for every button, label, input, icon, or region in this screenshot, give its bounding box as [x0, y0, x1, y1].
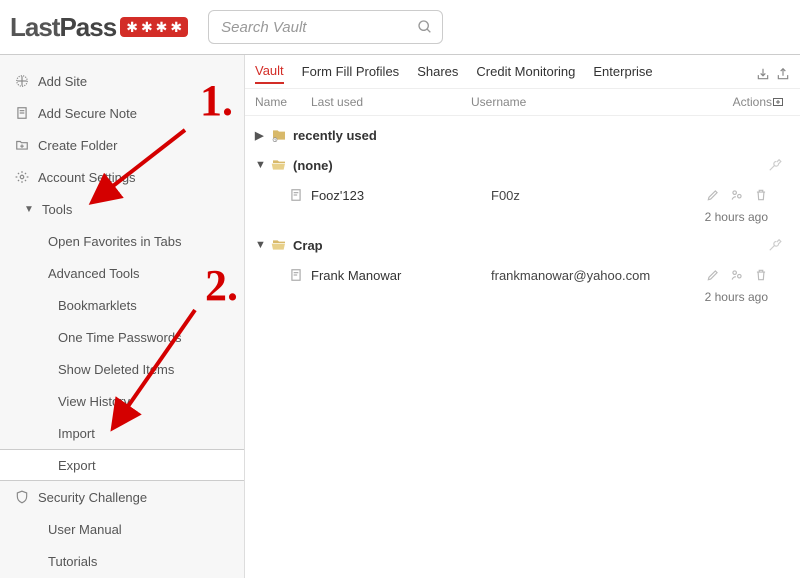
chevron-down-icon: ▼: [24, 204, 36, 215]
vault-item[interactable]: Frank Manowar frankmanowar@yahoo.com: [245, 260, 800, 290]
sidebar-item-bookmarklets[interactable]: Bookmarklets: [0, 289, 244, 321]
note-icon: [12, 106, 32, 120]
vault-item[interactable]: Fooz'123 F00z: [245, 180, 800, 210]
site-icon: [289, 268, 303, 282]
expand-columns-icon[interactable]: [772, 96, 790, 108]
tab-vault[interactable]: Vault: [255, 63, 284, 84]
sidebar: Add Site Add Secure Note Create Folder A…: [0, 55, 245, 578]
chevron-right-icon: ▶: [255, 129, 271, 142]
table-header: Name Last used Username Actions: [245, 89, 800, 116]
item-age: 2 hours ago: [245, 290, 800, 310]
folder-open-icon: [271, 237, 287, 253]
share-icon[interactable]: [730, 268, 744, 282]
tab-shares[interactable]: Shares: [417, 64, 458, 83]
tab-enterprise[interactable]: Enterprise: [593, 64, 652, 83]
export-icon[interactable]: [776, 67, 790, 81]
sidebar-item-import[interactable]: Import: [0, 417, 244, 449]
shield-icon: [12, 490, 32, 504]
chevron-down-icon: ▼: [255, 159, 271, 171]
search-wrap: [208, 10, 443, 44]
sidebar-item-view-history[interactable]: View History: [0, 385, 244, 417]
logo-badge: ✱✱✱✱: [120, 17, 188, 37]
sidebar-item-export[interactable]: Export: [0, 449, 244, 481]
delete-icon[interactable]: [754, 268, 768, 282]
sidebar-item-add-site[interactable]: Add Site: [0, 65, 244, 97]
chevron-down-icon: ▼: [255, 239, 271, 251]
col-name[interactable]: Name: [255, 95, 311, 109]
wrench-icon[interactable]: [768, 158, 790, 172]
header: LastPass ✱✱✱✱: [0, 0, 800, 55]
folder-closed-icon: [271, 127, 287, 143]
sidebar-item-user-manual[interactable]: User Manual: [0, 513, 244, 545]
logo-text-pass: Pass: [59, 12, 116, 42]
edit-icon[interactable]: [706, 188, 720, 202]
plus-icon: [12, 74, 32, 88]
sidebar-item-account-settings[interactable]: Account Settings: [0, 161, 244, 193]
main-area: Vault Form Fill Profiles Shares Credit M…: [245, 55, 800, 578]
tabs: Vault Form Fill Profiles Shares Credit M…: [245, 55, 800, 89]
folder-recently-used[interactable]: ▶ recently used: [245, 120, 800, 150]
sidebar-item-advanced-tools[interactable]: Advanced Tools: [0, 257, 244, 289]
import-icon[interactable]: [756, 67, 770, 81]
folder-none[interactable]: ▼ (none): [245, 150, 800, 180]
wrench-icon[interactable]: [768, 238, 790, 252]
item-age: 2 hours ago: [245, 210, 800, 230]
sidebar-item-tutorials[interactable]: Tutorials: [0, 545, 244, 577]
sidebar-item-tools[interactable]: ▼ Tools: [0, 193, 244, 225]
sidebar-item-show-deleted[interactable]: Show Deleted Items: [0, 353, 244, 385]
sidebar-item-open-favorites[interactable]: Open Favorites in Tabs: [0, 225, 244, 257]
sidebar-item-security-challenge[interactable]: Security Challenge: [0, 481, 244, 513]
search-icon[interactable]: [417, 19, 433, 35]
folder-open-icon: [271, 157, 287, 173]
share-icon[interactable]: [730, 188, 744, 202]
sidebar-item-create-folder[interactable]: Create Folder: [0, 129, 244, 161]
folder-crap[interactable]: ▼ Crap: [245, 230, 800, 260]
col-user[interactable]: Username: [471, 95, 672, 109]
sidebar-item-add-secure-note[interactable]: Add Secure Note: [0, 97, 244, 129]
sidebar-item-otp[interactable]: One Time Passwords: [0, 321, 244, 353]
logo[interactable]: LastPass ✱✱✱✱: [10, 12, 188, 43]
delete-icon[interactable]: [754, 188, 768, 202]
tab-credit[interactable]: Credit Monitoring: [476, 64, 575, 83]
folder-plus-icon: [12, 138, 32, 152]
gear-icon: [12, 170, 32, 184]
col-last[interactable]: Last used: [311, 95, 471, 109]
col-actions[interactable]: Actions: [672, 95, 772, 109]
logo-text-last: Last: [10, 12, 59, 42]
search-input[interactable]: [208, 10, 443, 44]
site-icon: [289, 188, 303, 202]
vault-list: ▶ recently used ▼ (none): [245, 116, 800, 314]
tab-form-fill[interactable]: Form Fill Profiles: [302, 64, 400, 83]
edit-icon[interactable]: [706, 268, 720, 282]
